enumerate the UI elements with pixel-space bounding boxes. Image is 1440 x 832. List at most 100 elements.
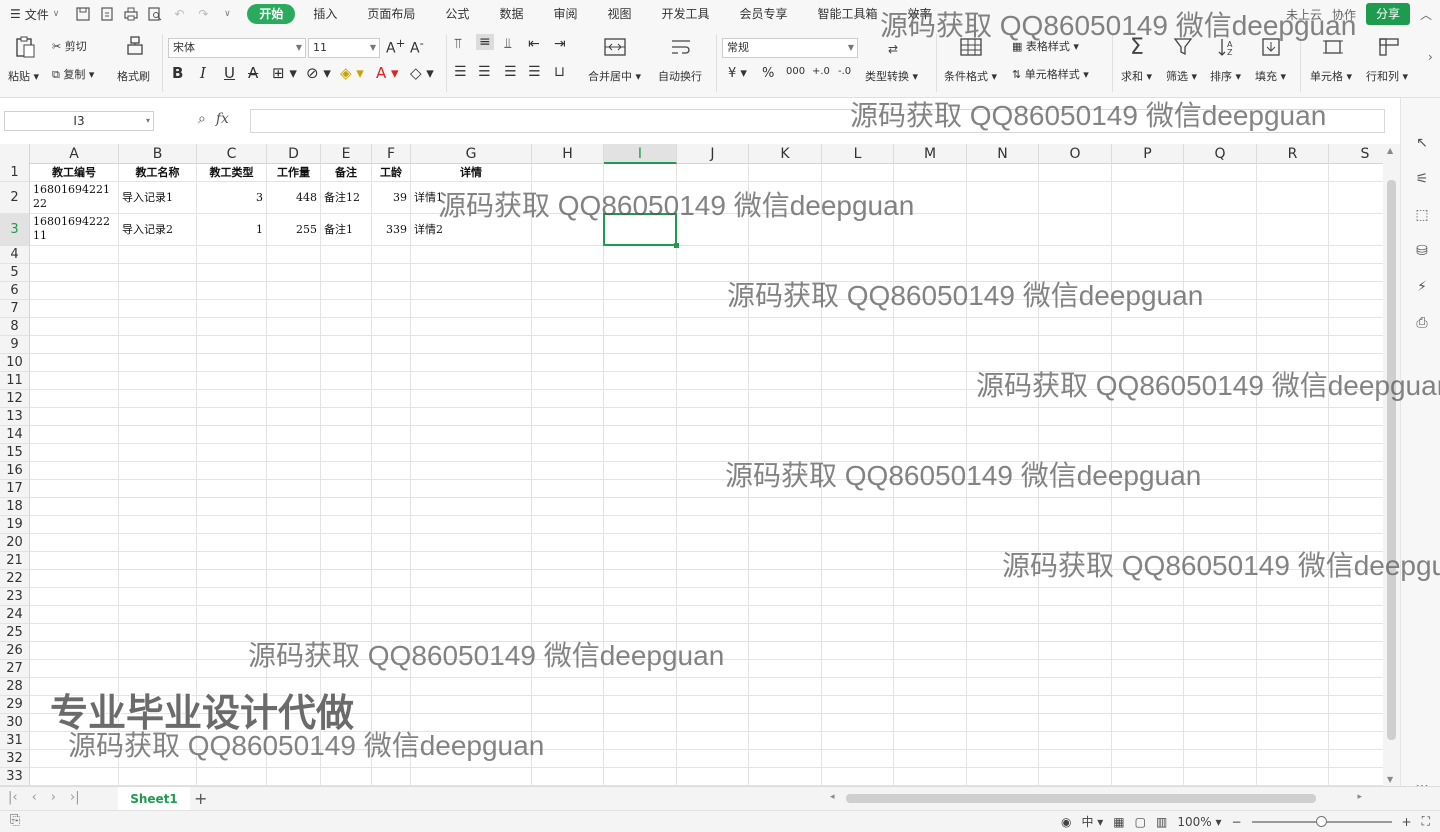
column-header[interactable]: N	[967, 144, 1039, 164]
font-color-icon[interactable]: A ▾	[376, 64, 399, 82]
row-header[interactable]: 1	[0, 164, 30, 182]
column-header[interactable]: H	[532, 144, 604, 164]
cell-icon[interactable]	[1322, 36, 1344, 58]
zoom-in-icon[interactable]: +	[1402, 815, 1412, 829]
add-sheet-icon[interactable]: +	[194, 789, 207, 808]
fill-pattern-icon[interactable]: ⊘ ▾	[306, 64, 331, 82]
backup-icon[interactable]: ⛁	[1413, 242, 1431, 260]
fx-icon[interactable]: fx	[216, 111, 229, 127]
align-left-icon[interactable]: ☰	[454, 64, 467, 80]
column-title-cell[interactable]: 详情	[411, 164, 531, 181]
row-header[interactable]: 33	[0, 768, 30, 786]
data-cell[interactable]: 导入记录1	[119, 182, 196, 213]
cell-button[interactable]: 单元格 ▾	[1310, 68, 1352, 84]
font-size-select[interactable]: 11 ▼	[308, 38, 380, 58]
paste-button[interactable]: 粘贴 ▾	[8, 68, 39, 84]
align-center-icon[interactable]: ☰	[478, 64, 491, 80]
increase-font-icon[interactable]: A+	[386, 36, 405, 57]
row-header[interactable]: 32	[0, 750, 30, 768]
row-header[interactable]: 11	[0, 372, 30, 390]
data-cell[interactable]: 255	[267, 214, 320, 245]
underline-icon[interactable]: U	[224, 64, 235, 82]
copy-button[interactable]: ⧉ 复制 ▾	[52, 66, 94, 82]
normal-view-icon[interactable]: ▦	[1113, 815, 1124, 829]
select-all-corner[interactable]	[0, 144, 30, 164]
row-header[interactable]: 29	[0, 696, 30, 714]
type-convert-icon[interactable]: ⇄	[882, 38, 904, 60]
clear-format-icon[interactable]: ◇ ▾	[410, 64, 434, 82]
scroll-right-icon[interactable]: ▸	[1357, 792, 1362, 802]
data-cell[interactable]: 详情2	[411, 214, 531, 245]
column-header[interactable]: Q	[1184, 144, 1257, 164]
row-header[interactable]: 22	[0, 570, 30, 588]
cell-style-button[interactable]: ⇅ 单元格样式 ▾	[1012, 66, 1089, 82]
vertical-scrollbar[interactable]: ▲ ▼	[1383, 144, 1400, 786]
data-cell[interactable]: 备注12	[321, 182, 371, 213]
row-header[interactable]: 27	[0, 660, 30, 678]
export-pdf-icon[interactable]	[99, 6, 115, 22]
page-layout-view-icon[interactable]: ▢	[1135, 815, 1146, 829]
type-convert-button[interactable]: 类型转换 ▾	[865, 68, 918, 84]
column-header[interactable]: J	[677, 144, 749, 164]
file-menu[interactable]: ☰ 文件 ∨	[0, 0, 69, 28]
column-header[interactable]: D	[267, 144, 321, 164]
row-header[interactable]: 20	[0, 534, 30, 552]
column-header[interactable]: O	[1039, 144, 1112, 164]
row-header[interactable]: 12	[0, 390, 30, 408]
selected-cell[interactable]	[603, 213, 679, 248]
decrease-font-icon[interactable]: A-	[410, 36, 424, 57]
row-header[interactable]: 9	[0, 336, 30, 354]
zoom-out-icon[interactable]: −	[1231, 815, 1241, 829]
row-header[interactable]: 5	[0, 264, 30, 282]
tab-developer[interactable]: 开发工具	[649, 4, 721, 24]
page-break-view-icon[interactable]: ▥	[1156, 815, 1167, 829]
zoom-level[interactable]: 100% ▾	[1177, 815, 1221, 829]
align-middle-icon[interactable]: ≡	[476, 34, 494, 50]
share-button[interactable]: 分享	[1365, 3, 1410, 25]
name-box[interactable]: I3 ▾	[4, 111, 154, 131]
tab-review[interactable]: 审阅	[541, 4, 589, 24]
row-header[interactable]: 17	[0, 480, 30, 498]
wrap-text-button[interactable]: 自动换行	[658, 68, 702, 84]
cloud-status[interactable]: 未上云	[1286, 6, 1322, 23]
sort-icon[interactable]: AZ	[1216, 36, 1238, 58]
tab-data[interactable]: 数据	[487, 4, 535, 24]
row-header[interactable]: 14	[0, 426, 30, 444]
paste-icon[interactable]	[14, 36, 36, 58]
row-col-icon[interactable]	[1378, 36, 1400, 58]
percent-icon[interactable]: %	[762, 66, 774, 81]
row-header[interactable]: 16	[0, 462, 30, 480]
scroll-down-icon[interactable]: ▼	[1387, 775, 1393, 784]
sheet-tab[interactable]: Sheet1	[118, 787, 190, 811]
column-header[interactable]: K	[749, 144, 822, 164]
row-col-button[interactable]: 行和列 ▾	[1366, 68, 1408, 84]
column-title-cell[interactable]: 工龄	[372, 164, 410, 181]
column-title-cell[interactable]: 工作量	[267, 164, 320, 181]
filter-icon[interactable]	[1172, 36, 1194, 58]
thousands-icon[interactable]: 000	[786, 66, 805, 77]
column-title-cell[interactable]: 教工编号	[30, 164, 118, 181]
column-header[interactable]: P	[1112, 144, 1184, 164]
align-bottom-icon[interactable]: ⫫	[504, 36, 512, 52]
fill-button[interactable]: 填充 ▾	[1255, 68, 1286, 84]
macro-icon[interactable]: ⎘	[10, 813, 20, 828]
row-header[interactable]: 3	[0, 214, 30, 246]
row-header[interactable]: 18	[0, 498, 30, 516]
decrease-decimal-icon[interactable]: -.0	[838, 66, 851, 77]
table-style-button[interactable]: ▦ 表格样式 ▾	[1012, 38, 1079, 54]
number-format-select[interactable]: 常规 ▼	[722, 38, 858, 58]
row-header[interactable]: 13	[0, 408, 30, 426]
format-painter-icon[interactable]	[124, 36, 146, 58]
justify-icon[interactable]: ☰	[528, 64, 541, 80]
tab-view[interactable]: 视图	[595, 4, 643, 24]
scroll-up-icon[interactable]: ▲	[1387, 146, 1393, 155]
column-header[interactable]: E	[321, 144, 372, 164]
horizontal-scrollbar[interactable]: ◂ ▸	[826, 792, 1366, 806]
cut-button[interactable]: ✂ 剪切	[52, 38, 87, 54]
column-header[interactable]: R	[1257, 144, 1329, 164]
fill-icon[interactable]	[1260, 36, 1282, 58]
sort-button[interactable]: 排序 ▾	[1210, 68, 1241, 84]
zoom-slider-knob[interactable]	[1315, 815, 1327, 827]
merge-center-icon[interactable]	[604, 36, 626, 58]
fullscreen-icon[interactable]: ⛶	[1422, 814, 1430, 829]
